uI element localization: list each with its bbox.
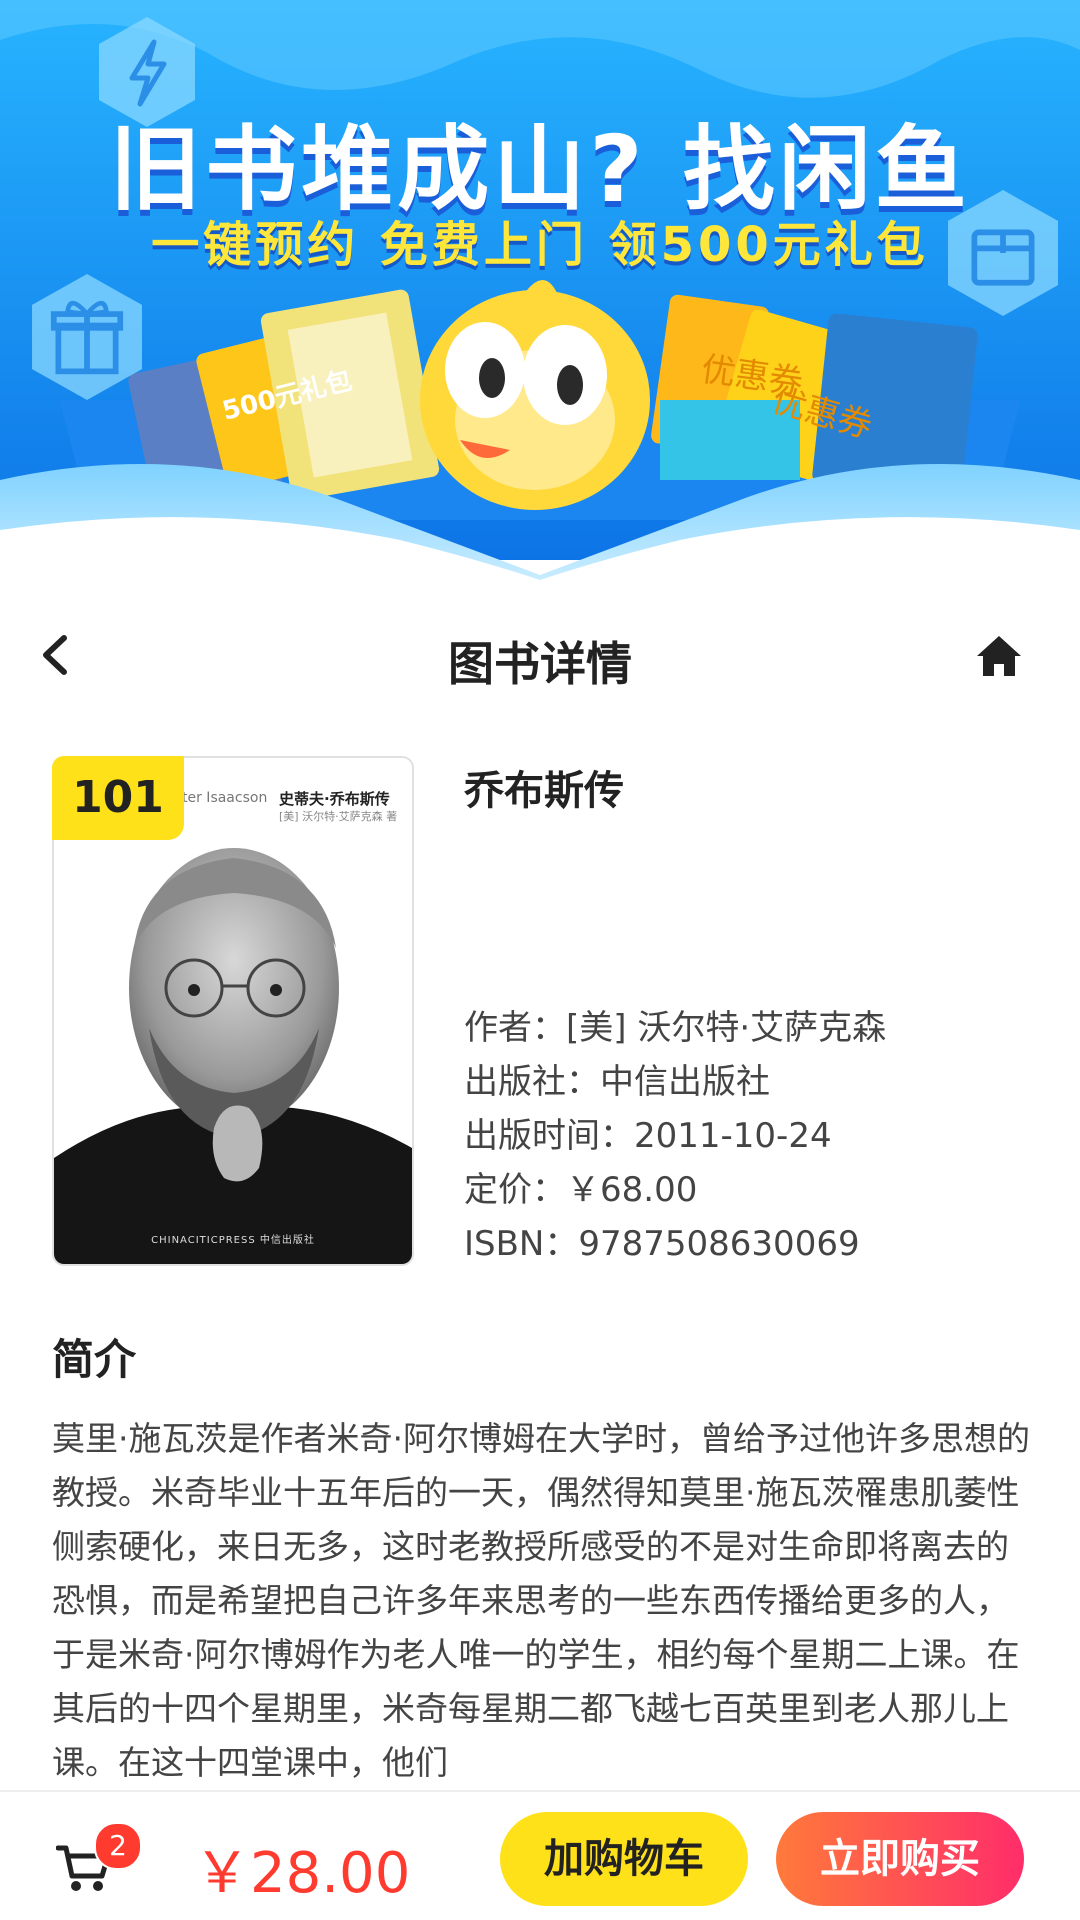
cover-publisher-mark: CHINACITICPRESS 中信出版社 bbox=[151, 1235, 315, 1246]
meta-author-label: 作者： bbox=[464, 1008, 566, 1048]
meta-publish-date: 出版时间：2011-10-24 bbox=[464, 1108, 832, 1157]
nav-header: 图书详情 bbox=[0, 600, 1080, 710]
meta-publisher-value: 中信出版社 bbox=[600, 1062, 770, 1102]
meta-list-price: 定价：￥68.00 bbox=[464, 1162, 697, 1211]
sale-price: ￥28.00 bbox=[194, 1841, 411, 1906]
cart-count-badge: 2 bbox=[94, 1822, 142, 1870]
page-title: 图书详情 bbox=[448, 637, 632, 691]
add-to-cart-button[interactable]: 加购物车 bbox=[500, 1812, 748, 1906]
home-button[interactable] bbox=[975, 632, 1023, 680]
banner-subtitle: 一键预约 免费上门 领500元礼包 bbox=[151, 217, 929, 273]
intro-text: 莫里·施瓦茨是作者米奇·阿尔博姆在大学时，曾给予过他许多思想的教授。米奇毕业十五… bbox=[52, 1419, 1030, 1782]
meta-publisher-label: 出版社： bbox=[464, 1062, 600, 1102]
meta-isbn-label: ISBN： bbox=[464, 1224, 579, 1264]
meta-list-price-value: ￥68.00 bbox=[566, 1170, 698, 1210]
cover-portrait-image bbox=[54, 828, 412, 1264]
home-icon bbox=[977, 636, 1021, 676]
meta-publish-date-value: 2011-10-24 bbox=[634, 1116, 832, 1156]
intro-heading: 简介 bbox=[52, 1335, 137, 1384]
meta-list-price-label: 定价： bbox=[464, 1170, 566, 1210]
cover-author-en: ter Isaacson bbox=[182, 790, 268, 806]
promo-banner[interactable]: 优惠券 优惠券 500元礼包 旧书堆成山? 找闲鱼 一键预约 免费上门 领500… bbox=[0, 0, 1080, 580]
book-detail-screen: 优惠券 优惠券 500元礼包 旧书堆成山? 找闲鱼 一键预约 免费上门 领500… bbox=[0, 0, 1080, 1920]
cover-title-cn: 史蒂夫·乔布斯传 bbox=[279, 790, 390, 808]
gift-icon bbox=[32, 274, 142, 400]
book-title: 乔布斯传 bbox=[464, 768, 624, 814]
buy-now-button[interactable]: 立即购买 bbox=[776, 1812, 1024, 1906]
meta-isbn-value: 9787508630069 bbox=[578, 1224, 860, 1264]
meta-author: 作者：[美] 沃尔特·艾萨克森 bbox=[464, 1000, 886, 1049]
meta-publisher: 出版社：中信出版社 bbox=[464, 1054, 770, 1103]
meta-isbn: ISBN：9787508630069 bbox=[464, 1216, 860, 1265]
cover-author-cn: [美] 沃尔特·艾萨克森 著 bbox=[279, 810, 398, 823]
bottom-action-bar: 2 ￥28.00 加购物车 立即购买 bbox=[0, 1790, 1080, 1920]
meta-publish-date-label: 出版时间： bbox=[464, 1116, 634, 1156]
meta-author-value: [美] 沃尔特·艾萨克森 bbox=[566, 1008, 887, 1048]
rank-badge: 101 bbox=[52, 756, 184, 840]
